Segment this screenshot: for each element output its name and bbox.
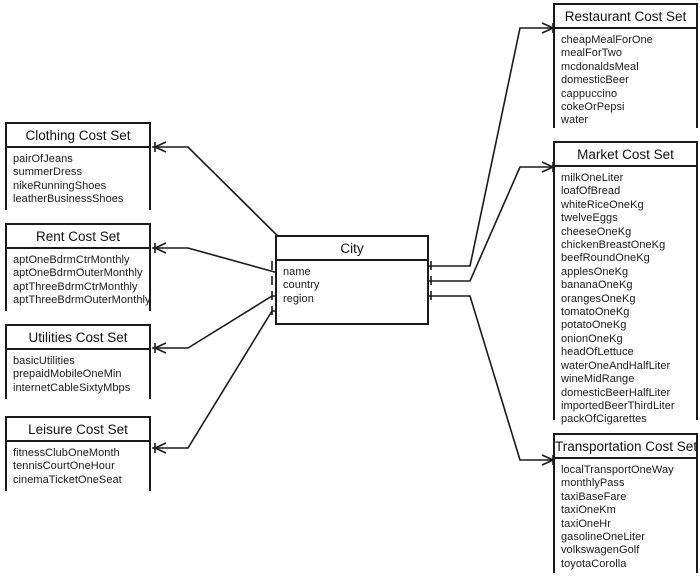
edge-city-market bbox=[428, 166, 556, 282]
attribute: chickenBreastOneKg bbox=[561, 239, 666, 252]
crowfoot-marker-utilities bbox=[153, 342, 167, 354]
attribute: tomatoOneKg bbox=[561, 306, 630, 319]
entity-city[interactable]: City name country region bbox=[275, 235, 429, 325]
attribute: loafOfBread bbox=[561, 185, 621, 198]
entity-market-cost-set-title: Market Cost Set bbox=[555, 143, 696, 167]
entity-rent-cost-set-attributes: aptOneBdrmCtrMonthly aptOneBdrmOuterMont… bbox=[7, 249, 151, 313]
attribute: milkOneLiter bbox=[561, 172, 624, 184]
attribute: taxiBaseFare bbox=[561, 490, 627, 503]
crowfoot-marker-clothing bbox=[153, 141, 167, 153]
attribute: summerDress bbox=[13, 166, 82, 179]
attribute: aptOneBdrmCtrMonthly bbox=[13, 254, 130, 266]
edge-city-transportation bbox=[428, 295, 556, 461]
entity-restaurant-cost-set[interactable]: Restaurant Cost Set cheapMealForOne meal… bbox=[553, 3, 698, 133]
edge-city-restaurant bbox=[428, 27, 556, 267]
attribute: nikeRunningShoes bbox=[13, 179, 107, 192]
entity-rent-cost-set-title: Rent Cost Set bbox=[7, 225, 149, 249]
attribute: aptThreeBdrmCtrMonthly bbox=[13, 280, 138, 293]
attribute: cheeseOneKg bbox=[561, 225, 632, 238]
attribute: internetCableSixtyMbps bbox=[13, 381, 131, 394]
entity-city-title: City bbox=[277, 237, 427, 261]
attribute: applesOneKg bbox=[561, 265, 629, 278]
attribute: bananaOneKg bbox=[561, 279, 633, 292]
attribute: whiteRiceOneKg bbox=[561, 198, 644, 211]
attribute: orangesOneKg bbox=[561, 292, 636, 305]
attribute: mcdonaldsMeal bbox=[561, 60, 639, 73]
entity-leisure-cost-set[interactable]: Leisure Cost Set fitnessClubOneMonth ten… bbox=[5, 416, 151, 493]
attribute: packOfCigarettes bbox=[561, 413, 647, 426]
entity-transportation-cost-set[interactable]: Transportation Cost Set localTransportOn… bbox=[553, 433, 698, 577]
entity-restaurant-cost-set-title: Restaurant Cost Set bbox=[555, 5, 696, 29]
attribute: name bbox=[283, 266, 311, 278]
attribute: importedBeerThirdLiter bbox=[561, 399, 675, 412]
attribute: domesticBeerHalfLiter bbox=[561, 386, 671, 399]
entity-leisure-cost-set-title: Leisure Cost Set bbox=[7, 418, 149, 442]
attribute: mealForTwo bbox=[561, 47, 623, 60]
attribute: fitnessClubOneMonth bbox=[13, 447, 120, 459]
attribute: leatherBusinessShoes bbox=[13, 193, 124, 206]
attribute: taxiOneHr bbox=[561, 517, 611, 530]
crowfoot-marker-leisure bbox=[153, 442, 167, 454]
attribute: potatoOneKg bbox=[561, 319, 627, 332]
entity-market-cost-set-attributes: milkOneLiter loafOfBread whiteRiceOneKg … bbox=[555, 167, 696, 432]
entity-utilities-cost-set-title: Utilities Cost Set bbox=[7, 326, 149, 350]
entity-market-cost-set[interactable]: Market Cost Set milkOneLiter loafOfBread… bbox=[553, 141, 698, 432]
attribute: localTransportOneWay bbox=[561, 464, 674, 476]
entity-clothing-cost-set-title: Clothing Cost Set bbox=[7, 124, 149, 148]
attribute: wineMidRange bbox=[561, 373, 635, 386]
er-diagram-canvas: City name country region Clothing Cost S… bbox=[0, 0, 700, 581]
attribute: country bbox=[283, 279, 320, 292]
attribute: aptOneBdrmOuterMonthly bbox=[13, 267, 143, 280]
entity-restaurant-cost-set-attributes: cheapMealForOne mealForTwo mcdonaldsMeal… bbox=[555, 29, 696, 133]
entity-clothing-cost-set-attributes: pairOfJeans summerDress nikeRunningShoes… bbox=[7, 148, 149, 212]
entity-utilities-cost-set-attributes: basicUtilities prepaidMobileOneMin inter… bbox=[7, 350, 149, 401]
edge-leisure-city bbox=[152, 310, 420, 449]
attribute: twelveEggs bbox=[561, 212, 618, 225]
entity-transportation-cost-set-title: Transportation Cost Set bbox=[555, 435, 696, 459]
entity-city-attributes: name country region bbox=[277, 261, 427, 312]
attribute: cheapMealForOne bbox=[561, 34, 653, 46]
attribute: monthlyPass bbox=[561, 477, 625, 490]
attribute: region bbox=[283, 292, 314, 305]
attribute: basicUtilities bbox=[13, 355, 75, 367]
crowfoot-marker-rent bbox=[153, 242, 167, 254]
attribute: cappuccino bbox=[561, 87, 618, 100]
attribute: volkswagenGolf bbox=[561, 544, 640, 557]
entity-transportation-cost-set-attributes: localTransportOneWay monthlyPass taxiBas… bbox=[555, 459, 696, 577]
crowfoot-marker-restaurant bbox=[541, 22, 555, 34]
attribute: prepaidMobileOneMin bbox=[13, 368, 122, 381]
attribute: headOfLettuce bbox=[561, 346, 634, 359]
entity-utilities-cost-set[interactable]: Utilities Cost Set basicUtilities prepai… bbox=[5, 324, 151, 401]
entity-clothing-cost-set[interactable]: Clothing Cost Set pairOfJeans summerDres… bbox=[5, 122, 151, 212]
attribute: onionOneKg bbox=[561, 332, 623, 345]
entity-rent-cost-set[interactable]: Rent Cost Set aptOneBdrmCtrMonthly aptOn… bbox=[5, 223, 151, 313]
attribute: cokeOrPepsi bbox=[561, 101, 625, 114]
crowfoot-marker-market bbox=[541, 161, 555, 173]
attribute: tennisCourtOneHour bbox=[13, 460, 115, 473]
attribute: pairOfJeans bbox=[13, 153, 73, 165]
attribute: toyotaCorolla bbox=[561, 557, 627, 570]
attribute: taxiOneKm bbox=[561, 504, 616, 517]
attribute: beefRoundOneKg bbox=[561, 252, 650, 265]
attribute: gasolineOneLiter bbox=[561, 531, 645, 544]
attribute: water bbox=[561, 114, 589, 127]
entity-leisure-cost-set-attributes: fitnessClubOneMonth tennisCourtOneHour c… bbox=[7, 442, 149, 493]
attribute: waterOneAndHalfLiter bbox=[561, 359, 671, 372]
crowfoot-marker-transportation bbox=[541, 454, 555, 466]
attribute: cinemaTicketOneSeat bbox=[13, 473, 122, 486]
attribute: aptThreeBdrmOuterMonthly bbox=[13, 294, 151, 307]
attribute: domesticBeer bbox=[561, 74, 629, 87]
